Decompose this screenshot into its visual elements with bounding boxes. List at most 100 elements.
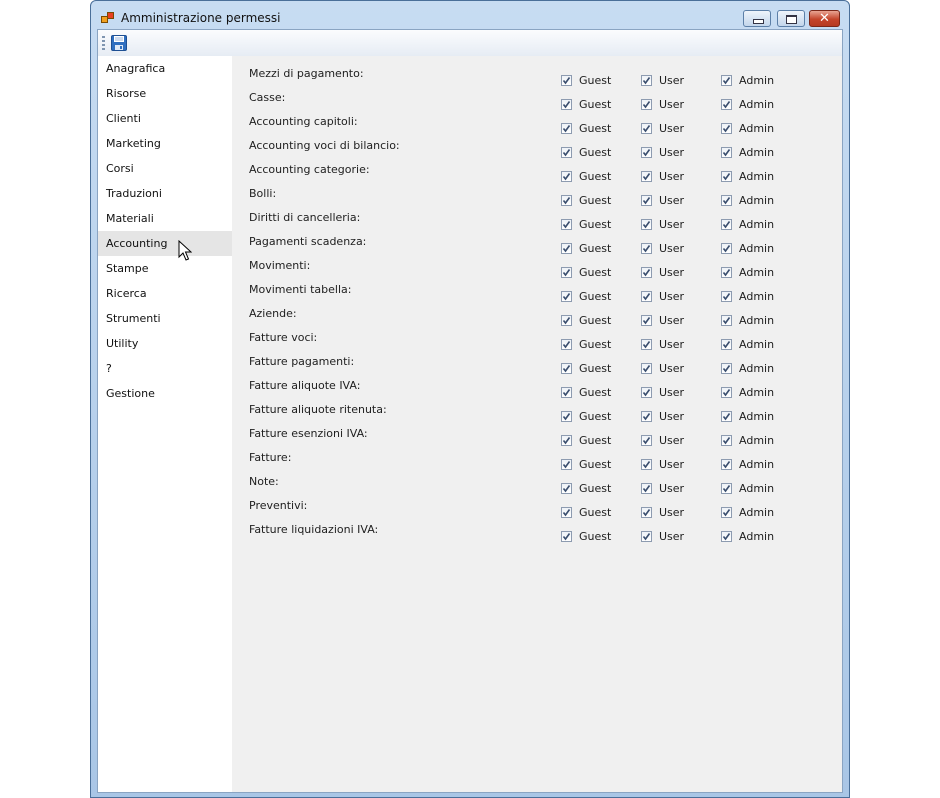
permission-label: Mezzi di pagamento: bbox=[249, 67, 364, 80]
sidebar-item[interactable]: Stampe bbox=[98, 256, 232, 281]
guest-checkbox-label: Guest bbox=[579, 506, 612, 519]
checkmark-icon bbox=[562, 149, 571, 157]
checkmark-icon bbox=[642, 317, 651, 325]
permission-label: Casse: bbox=[249, 91, 286, 104]
guest-checkbox-label: Guest bbox=[579, 290, 612, 303]
checkmark-icon bbox=[722, 509, 731, 517]
permission-label: Diritti di cancelleria: bbox=[249, 211, 361, 224]
checkmark-icon bbox=[562, 221, 571, 229]
admin-checkbox-label: Admin bbox=[739, 434, 775, 447]
guest-checkbox-label: Guest bbox=[579, 74, 612, 87]
checkmark-icon bbox=[722, 77, 731, 85]
checkmark-icon bbox=[642, 173, 651, 181]
close-button[interactable]: ✕ bbox=[809, 10, 840, 27]
permission-label: Preventivi: bbox=[249, 499, 308, 512]
permission-label: Fatture voci: bbox=[249, 331, 318, 344]
window-title: Amministrazione permessi bbox=[121, 11, 281, 25]
checkmark-icon bbox=[722, 437, 731, 445]
minimize-button[interactable] bbox=[743, 10, 771, 27]
sidebar-item[interactable]: Utility bbox=[98, 331, 232, 356]
guest-checkbox-label: Guest bbox=[579, 98, 612, 111]
checkmark-icon bbox=[642, 221, 651, 229]
user-checkbox-label: User bbox=[659, 146, 685, 159]
checkmark-icon bbox=[722, 365, 731, 373]
app-icon bbox=[101, 12, 114, 23]
sidebar-item[interactable]: Corsi bbox=[98, 156, 232, 181]
checkmark-icon bbox=[722, 197, 731, 205]
user-checkbox-label: User bbox=[659, 458, 685, 471]
checkmark-icon bbox=[722, 389, 731, 397]
admin-checkbox-label: Admin bbox=[739, 218, 775, 231]
admin-checkbox-label: Admin bbox=[739, 242, 775, 255]
guest-checkbox-label: Guest bbox=[579, 410, 612, 423]
app-window: Amministrazione permessi ✕ Anagrafica Ris… bbox=[90, 0, 850, 798]
checkmark-icon bbox=[722, 317, 731, 325]
sidebar-item[interactable]: Materiali bbox=[98, 206, 232, 231]
admin-checkbox-label: Admin bbox=[739, 98, 775, 111]
admin-checkbox-label: Admin bbox=[739, 266, 775, 279]
guest-checkbox-label: Guest bbox=[579, 434, 612, 447]
checkmark-icon bbox=[562, 125, 571, 133]
checkmark-icon bbox=[722, 149, 731, 157]
sidebar-item[interactable]: Ricerca bbox=[98, 281, 232, 306]
admin-checkbox-label: Admin bbox=[739, 290, 775, 303]
admin-checkbox-label: Admin bbox=[739, 530, 775, 543]
sidebar-item[interactable]: Risorse bbox=[98, 81, 232, 106]
checkmark-icon bbox=[722, 533, 731, 541]
user-checkbox-label: User bbox=[659, 170, 685, 183]
admin-checkbox-label: Admin bbox=[739, 170, 775, 183]
admin-checkbox-label: Admin bbox=[739, 362, 775, 375]
sidebar-item[interactable]: Clienti bbox=[98, 106, 232, 131]
client-area: Anagrafica Risorse Clienti Marketing Corsi Tr… bbox=[97, 29, 843, 793]
checkmark-icon bbox=[562, 341, 571, 349]
checkmark-icon bbox=[722, 221, 731, 229]
checkmark-icon bbox=[642, 125, 651, 133]
sidebar-item[interactable]: Gestione bbox=[98, 381, 232, 406]
guest-checkbox-label: Guest bbox=[579, 266, 612, 279]
save-button[interactable] bbox=[110, 34, 128, 52]
checkmark-icon bbox=[562, 413, 571, 421]
checkmark-icon bbox=[642, 77, 651, 85]
permission-label: Aziende: bbox=[249, 307, 297, 320]
title-bar[interactable]: Amministrazione permessi ✕ bbox=[91, 1, 849, 31]
sidebar-item[interactable]: Anagrafica bbox=[98, 56, 232, 81]
permission-label: Fatture aliquote ritenuta: bbox=[249, 403, 387, 416]
guest-checkbox-label: Guest bbox=[579, 482, 612, 495]
maximize-button[interactable] bbox=[777, 10, 805, 27]
sidebar-item[interactable]: Accounting bbox=[98, 231, 232, 256]
guest-checkbox-label: Guest bbox=[579, 314, 612, 327]
permission-label: Fatture pagamenti: bbox=[249, 355, 355, 368]
toolbar-grip[interactable] bbox=[102, 36, 105, 51]
checkmark-icon bbox=[562, 509, 571, 517]
sidebar-item[interactable]: Traduzioni bbox=[98, 181, 232, 206]
checkmark-icon bbox=[642, 533, 651, 541]
sidebar-item[interactable]: Marketing bbox=[98, 131, 232, 156]
guest-checkbox-label: Guest bbox=[579, 146, 612, 159]
sidebar-item[interactable]: Strumenti bbox=[98, 306, 232, 331]
checkmark-icon bbox=[642, 245, 651, 253]
checkmark-icon bbox=[722, 461, 731, 469]
guest-checkbox-label: Guest bbox=[579, 218, 612, 231]
admin-checkbox-label: Admin bbox=[739, 506, 775, 519]
checkmark-icon bbox=[562, 245, 571, 253]
permission-label: Accounting capitoli: bbox=[249, 115, 358, 128]
checkmark-icon bbox=[642, 509, 651, 517]
user-checkbox-label: User bbox=[659, 386, 685, 399]
user-checkbox-label: User bbox=[659, 362, 685, 375]
guest-checkbox-label: Guest bbox=[579, 362, 612, 375]
checkmark-icon bbox=[642, 197, 651, 205]
sidebar-item[interactable]: ? bbox=[98, 356, 232, 381]
checkmark-icon bbox=[722, 173, 731, 181]
user-checkbox-label: User bbox=[659, 410, 685, 423]
sidebar-menu: Anagrafica Risorse Clienti Marketing Corsi Tr… bbox=[98, 56, 232, 792]
checkmark-icon bbox=[642, 269, 651, 277]
checkmark-icon bbox=[722, 101, 731, 109]
checkmark-icon bbox=[562, 365, 571, 373]
guest-checkbox-label: Guest bbox=[579, 122, 612, 135]
permission-label: Accounting categorie: bbox=[249, 163, 370, 176]
guest-checkbox-label: Guest bbox=[579, 338, 612, 351]
guest-checkbox-label: Guest bbox=[579, 386, 612, 399]
user-checkbox-label: User bbox=[659, 266, 685, 279]
permission-label: Bolli: bbox=[249, 187, 277, 200]
user-checkbox-label: User bbox=[659, 482, 685, 495]
